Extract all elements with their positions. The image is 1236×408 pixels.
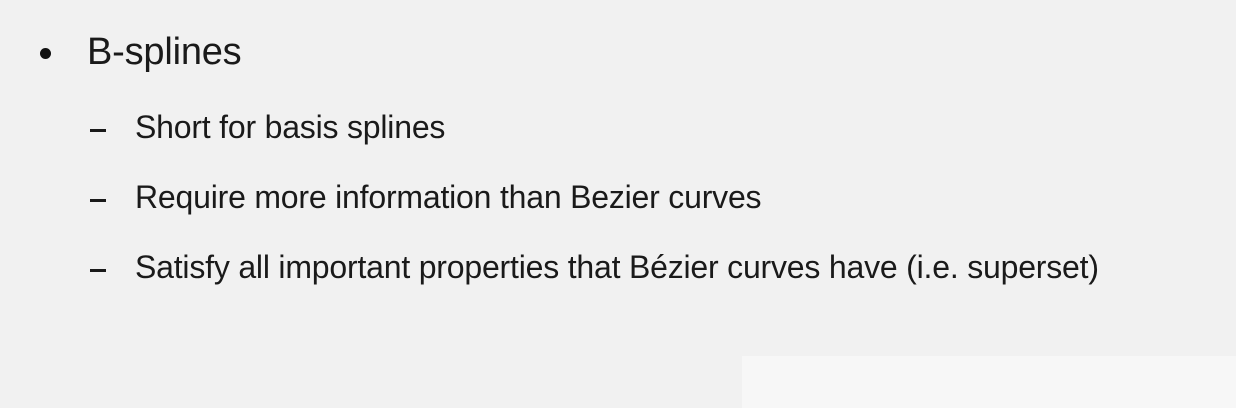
sub-bullet-text: Satisfy all important properties that Bé… — [135, 249, 1099, 285]
dash-icon — [90, 129, 106, 132]
main-bullet-text: B-splines — [87, 31, 242, 73]
dash-icon — [90, 199, 106, 202]
corner-overlay — [742, 356, 1236, 408]
sub-bullet-list: Short for basis splines Require more inf… — [90, 104, 1170, 314]
main-bullet: B-splines — [40, 26, 242, 78]
dash-icon — [90, 269, 106, 272]
sub-bullet-text: Require more information than Bezier cur… — [135, 179, 762, 215]
slide: B-splines Short for basis splines Requir… — [0, 0, 1236, 408]
sub-bullet: Satisfy all important properties that Bé… — [90, 244, 1170, 290]
sub-bullet: Require more information than Bezier cur… — [90, 174, 1170, 220]
sub-bullet-text: Short for basis splines — [135, 109, 446, 145]
bullet-icon — [40, 47, 51, 59]
sub-bullet: Short for basis splines — [90, 104, 1170, 150]
